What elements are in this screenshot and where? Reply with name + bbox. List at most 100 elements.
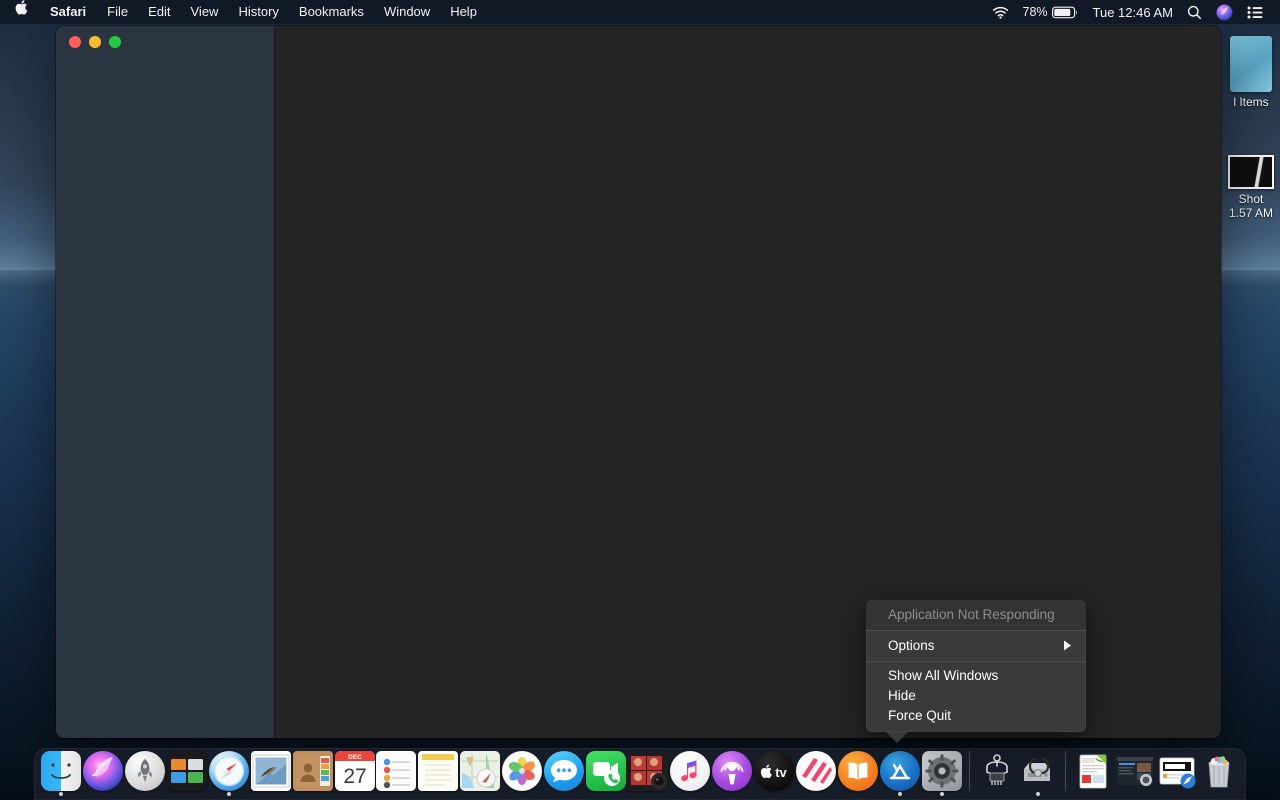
running-indicator: [898, 792, 902, 796]
dock-context-menu[interactable]: Application Not Responding Options Show …: [866, 600, 1086, 732]
dock-item-music[interactable]: [669, 748, 711, 800]
contacts-icon: [293, 751, 333, 791]
context-menu-item-show-all-windows[interactable]: Show All Windows: [866, 666, 1086, 686]
minimize-button[interactable]: [89, 36, 101, 48]
siri-icon: [83, 751, 123, 791]
menu-item-window[interactable]: Window: [374, 0, 440, 24]
dock-item-downloads[interactable]: [1156, 748, 1198, 800]
dock-item-xcode[interactable]: [976, 748, 1018, 800]
menu-item-safari[interactable]: Safari: [39, 0, 97, 24]
news-icon: [796, 751, 836, 791]
menu-item-bookmarks[interactable]: Bookmarks: [289, 0, 374, 24]
dock-item-contacts[interactable]: [292, 748, 334, 800]
window-sidebar: [56, 26, 275, 738]
context-menu-header: Application Not Responding: [866, 600, 1086, 630]
apple-tv-icon: tv: [754, 751, 794, 791]
context-menu-item-label: Hide: [888, 688, 916, 703]
screenshot-thumbnail-icon: [1228, 155, 1274, 189]
svg-text:tv: tv: [775, 765, 787, 780]
dock-item-podcasts[interactable]: [711, 748, 753, 800]
context-menu-item-label: Options: [888, 638, 935, 653]
messages-icon: [544, 751, 584, 791]
dock-item-screenshots-stack[interactable]: [1114, 748, 1156, 800]
mail-icon: [251, 751, 291, 791]
menu-item-history[interactable]: History: [228, 0, 288, 24]
dock-item-facetime[interactable]: [585, 748, 627, 800]
system-preferences-icon: [922, 751, 962, 791]
calendar-icon: DEC 27: [335, 751, 375, 791]
dock-item-app-store[interactable]: [879, 748, 921, 800]
running-indicator: [59, 792, 63, 796]
battery-indicator[interactable]: 78%: [1016, 0, 1086, 24]
dock[interactable]: DEC 27 tv: [34, 748, 1246, 800]
running-indicator: [227, 792, 231, 796]
apple-logo-icon[interactable]: [0, 0, 39, 24]
launchpad-icon: [125, 751, 165, 791]
context-menu-pointer-tail: [886, 732, 908, 743]
siri-icon[interactable]: [1209, 0, 1240, 24]
close-button[interactable]: [69, 36, 81, 48]
books-icon: [838, 751, 878, 791]
context-menu-item-label: Force Quit: [888, 708, 951, 723]
dock-item-notes[interactable]: [417, 748, 459, 800]
dock-item-safari[interactable]: [208, 748, 250, 800]
documents-stack-icon: [1073, 751, 1113, 791]
xcode-icon: [977, 751, 1017, 791]
context-menu-item-force-quit[interactable]: Force Quit: [866, 706, 1086, 726]
finder-icon: [41, 751, 81, 791]
maps-icon: [460, 751, 500, 791]
menu-item-file[interactable]: File: [97, 0, 138, 24]
dock-item-system-preferences[interactable]: [921, 748, 963, 800]
podcasts-icon: [712, 751, 752, 791]
wifi-icon[interactable]: [985, 0, 1016, 24]
dock-item-mission-control[interactable]: [166, 748, 208, 800]
dock-item-disk-utility[interactable]: [1018, 748, 1060, 800]
music-icon: [670, 751, 710, 791]
dock-item-photo-booth[interactable]: [627, 748, 669, 800]
menu-bar-left: Safari File Edit View History Bookmarks …: [0, 0, 487, 24]
control-center-icon[interactable]: [1240, 0, 1271, 24]
screenshots-stack-icon: [1115, 751, 1155, 791]
dock-separator-1: [969, 751, 970, 791]
dock-separator-2: [1065, 751, 1066, 791]
running-indicator: [1036, 792, 1040, 796]
svg-text:27: 27: [343, 765, 366, 788]
dock-item-news[interactable]: [795, 748, 837, 800]
running-indicator: [940, 792, 944, 796]
dock-item-launchpad[interactable]: [124, 748, 166, 800]
mission-control-icon: [167, 751, 207, 791]
menu-item-help[interactable]: Help: [440, 0, 487, 24]
dock-item-siri[interactable]: [82, 748, 124, 800]
document-thumbnail-icon: [1230, 36, 1272, 92]
menu-bar-clock[interactable]: Tue 12:46 AM: [1086, 0, 1180, 24]
dock-item-photos[interactable]: [501, 748, 543, 800]
photos-icon: [502, 751, 542, 791]
svg-text:DEC: DEC: [348, 754, 362, 761]
context-menu-item-hide[interactable]: Hide: [866, 686, 1086, 706]
battery-icon: [1052, 6, 1079, 19]
dock-item-mail[interactable]: [250, 748, 292, 800]
reminders-icon: [376, 751, 416, 791]
menu-item-edit[interactable]: Edit: [138, 0, 180, 24]
dock-item-calendar[interactable]: DEC 27: [334, 748, 376, 800]
disk-utility-icon: [1018, 751, 1058, 791]
zoom-button[interactable]: [109, 36, 121, 48]
menu-bar: Safari File Edit View History Bookmarks …: [0, 0, 1280, 24]
safari-icon: [209, 751, 249, 791]
search-icon[interactable]: [1180, 0, 1209, 24]
context-menu-item-options[interactable]: Options: [866, 631, 1086, 661]
dock-item-trash[interactable]: [1198, 748, 1240, 800]
dock-item-finder[interactable]: [40, 748, 82, 800]
photo-booth-icon: [628, 751, 668, 791]
facetime-icon: [586, 751, 626, 791]
dock-item-reminders[interactable]: [376, 748, 418, 800]
menu-item-view[interactable]: View: [181, 0, 229, 24]
dock-item-messages[interactable]: [543, 748, 585, 800]
dock-item-maps[interactable]: [459, 748, 501, 800]
dock-item-apple-tv[interactable]: tv: [753, 748, 795, 800]
traffic-light-buttons[interactable]: [69, 36, 121, 48]
chevron-right-icon: [1063, 640, 1072, 651]
dock-item-documents-stack[interactable]: [1072, 748, 1114, 800]
context-menu-item-label: Show All Windows: [888, 668, 998, 683]
dock-item-books[interactable]: [837, 748, 879, 800]
